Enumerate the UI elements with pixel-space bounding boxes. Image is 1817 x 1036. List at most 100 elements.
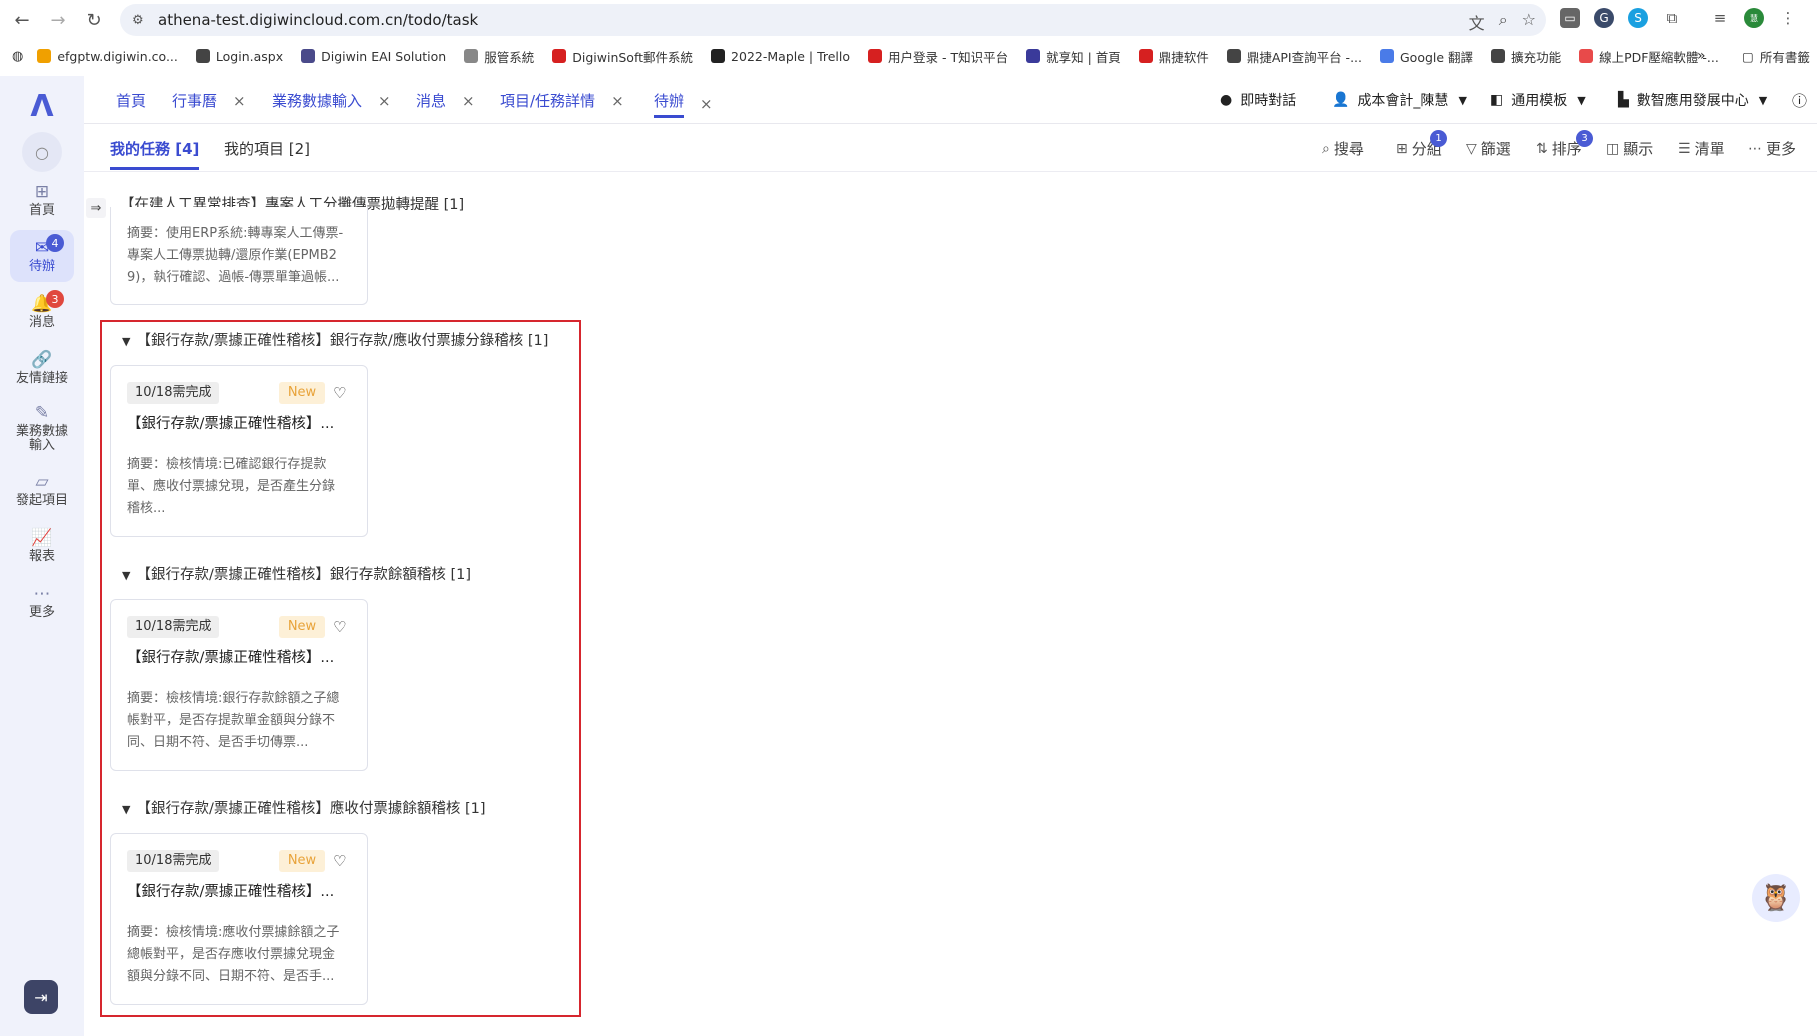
bookmark-favicon-icon <box>1026 49 1041 63</box>
all-bookmarks[interactable]: ▢ 所有書籤 <box>1742 47 1810 66</box>
site-info-icon[interactable]: ⚙ <box>132 13 148 28</box>
bookmark-favicon-icon <box>1380 49 1394 63</box>
bookmarks-overflow-icon[interactable]: » <box>1697 48 1706 64</box>
org-menu[interactable]: ▙ 數智應用發展中心 ▼ <box>1618 90 1767 110</box>
bookmark-item[interactable]: Google 翻譯 <box>1380 47 1473 66</box>
task-subbar: 我的任務 [4] 我的項目 [2] ⌕ 搜尋 ⊞ 分組 1 ▽ 篩選 ⇅ 排序 3 ◫ 顯… <box>84 124 1817 172</box>
athena-logo-icon[interactable]: Λ <box>22 86 62 126</box>
bookmark-item[interactable]: DigiwinSoft郵件系統 <box>552 47 693 66</box>
star-icon[interactable]: ☆ <box>1522 10 1536 34</box>
rail-item-1[interactable]: ✉ 待辦 4 <box>10 230 74 282</box>
app-tab-5[interactable]: 待辦 × <box>654 90 713 118</box>
bookmark-item[interactable]: 服管系統 <box>464 47 534 66</box>
rail-item-4[interactable]: ✎ 業務數據 輸入 <box>10 398 74 458</box>
profile-avatar[interactable]: 慧 <box>1744 8 1764 28</box>
app-tab-1[interactable]: 行事曆 × <box>172 90 246 111</box>
grid-icon: ⊞ <box>34 181 50 202</box>
bookmark-item[interactable]: Digiwin EAI Solution <box>301 49 446 64</box>
group-button[interactable]: ⊞ 分組 1 <box>1396 130 1447 159</box>
browser-toolbar: ← → ↻ ⚙ athena-test.digiwincloud.com.cn/… <box>0 0 1817 40</box>
help-icon[interactable]: ⓘ <box>1792 90 1807 111</box>
rail-item-6[interactable]: 📈 報表 <box>10 520 74 572</box>
sort-button[interactable]: ⇅ 排序 3 <box>1536 130 1593 159</box>
bookmark-item[interactable]: 就享知 | 首頁 <box>1026 47 1121 66</box>
rail-item-7[interactable]: ⋯ 更多 <box>10 576 74 628</box>
search-icon: ⌕ <box>1322 140 1330 157</box>
sort-count-badge: 3 <box>1576 130 1593 147</box>
filter-icon: ▽ <box>1466 140 1477 157</box>
close-icon[interactable]: × <box>462 92 475 110</box>
rail-badge: 3 <box>46 290 64 308</box>
app-tab-2[interactable]: 業務數據輸入 × <box>272 90 391 111</box>
close-icon[interactable]: × <box>233 92 246 110</box>
display-button[interactable]: ◫ 顯示 <box>1606 138 1653 159</box>
more-button[interactable]: ⋯ 更多 <box>1748 138 1796 159</box>
bookmarks-bar: ◍ efgptw.digiwin.co... Login.aspx Digiwin … <box>0 42 1817 70</box>
media-queue-icon[interactable]: ≡ <box>1710 8 1730 28</box>
filter-button[interactable]: ▽ 篩選 <box>1466 138 1511 159</box>
bookmark-favicon-icon <box>1226 49 1241 63</box>
bookmark-item[interactable]: efgptw.digiwin.co... <box>37 49 178 64</box>
zoom-icon[interactable]: ⌕ <box>1499 10 1508 34</box>
caret-down-icon: ▼ <box>1758 93 1768 107</box>
close-icon[interactable]: × <box>611 92 624 110</box>
extension-chat-icon[interactable]: ▭ <box>1560 8 1580 28</box>
tab-my-projects[interactable]: 我的項目 [2] <box>224 138 310 159</box>
search-icon[interactable]: ○ <box>22 132 62 172</box>
assistant-owl-icon[interactable]: 🦉 <box>1752 874 1800 922</box>
bookmark-item[interactable]: 2022-Maple | Trello <box>711 49 850 64</box>
browser-menu-icon[interactable]: ⋮ <box>1778 8 1798 28</box>
forward-icon[interactable]: → <box>46 8 70 32</box>
bookmark-item[interactable]: 擴充功能 <box>1491 47 1561 66</box>
url-text[interactable]: athena-test.digiwincloud.com.cn/todo/tas… <box>158 11 478 29</box>
extensions-puzzle-icon[interactable]: ⧉ <box>1662 8 1682 28</box>
template-menu[interactable]: ◧ 通用模板 ▼ <box>1490 90 1586 110</box>
close-icon[interactable]: × <box>700 95 713 113</box>
display-icon: ◫ <box>1606 140 1620 157</box>
list-icon: ☰ <box>1678 140 1691 157</box>
collapse-menu-icon[interactable]: ⇥ <box>24 980 58 1014</box>
bookmark-item[interactable]: Login.aspx <box>195 49 283 64</box>
rail-item-5[interactable]: ▱ 發起項目 <box>10 464 74 516</box>
close-icon[interactable]: × <box>378 92 391 110</box>
group-icon: ⊞ <box>1396 140 1408 157</box>
app-tab-bar: 首頁 行事曆 × 業務數據輸入 × 消息 × 項目/任務詳情 × 待辦 × ● 即時對話 👤 成本會… <box>84 76 1817 124</box>
link-icon: 🔗 <box>31 349 53 370</box>
bookmark-favicon-icon <box>552 49 567 63</box>
rail-item-2[interactable]: 🔔 消息 3 <box>10 286 74 338</box>
app-tab-4[interactable]: 項目/任務詳情 × <box>500 90 624 111</box>
address-bar[interactable]: ⚙ athena-test.digiwincloud.com.cn/todo/t… <box>120 4 1546 36</box>
caret-down-icon: ▼ <box>1577 93 1586 107</box>
chart-icon: 📈 <box>31 527 53 548</box>
bookmark-favicon-icon <box>37 49 52 63</box>
search-button[interactable]: ⌕ 搜尋 <box>1322 138 1364 159</box>
back-icon[interactable]: ← <box>10 8 34 32</box>
bookmark-favicon-icon <box>464 49 479 63</box>
task-card[interactable]: 摘要：使用ERP系統:轉專案人工傳票- 專案人工傳票拋轉/還原作業(EPMB2 … <box>110 207 368 305</box>
extension-skype-icon[interactable]: S <box>1628 8 1648 28</box>
bookmark-favicon-icon <box>195 49 210 63</box>
translate-icon[interactable]: 文 <box>1469 10 1485 34</box>
rail-item-0[interactable]: ⊞ 首頁 <box>10 174 74 226</box>
list-button[interactable]: ☰ 清單 <box>1678 138 1725 159</box>
expand-panel-icon[interactable]: ⇒ <box>86 198 106 218</box>
caret-down-icon: ▼ <box>1458 93 1467 107</box>
app-tab-3[interactable]: 消息 × <box>416 90 475 111</box>
bookmark-item[interactable]: 鼎捷API查詢平台 -... <box>1226 47 1362 66</box>
app-tab-0[interactable]: 首頁 <box>116 90 146 111</box>
task-summary: 摘要：使用ERP系統:轉專案人工傳票- 專案人工傳票拋轉/還原作業(EPMB2 … <box>127 226 344 285</box>
chat-button[interactable]: ● 即時對話 <box>1220 90 1296 110</box>
more-icon: ⋯ <box>33 583 51 604</box>
bookmark-globe-icon[interactable]: ◍ <box>12 49 23 64</box>
rail-badge: 4 <box>46 234 64 252</box>
user-menu[interactable]: 👤 成本會計_陳慧 ▼ <box>1332 90 1467 110</box>
rail-item-3[interactable]: 🔗 友情鏈接 <box>10 342 74 394</box>
tab-my-tasks[interactable]: 我的任務 [4] <box>110 138 200 170</box>
bookmark-item[interactable]: 用户登录 - T知识平台 <box>868 47 1008 66</box>
bookmark-favicon-icon <box>1138 49 1153 63</box>
extension-g-icon[interactable]: G <box>1594 8 1614 28</box>
user-icon: 👤 <box>1332 92 1350 108</box>
sort-icon: ⇅ <box>1536 140 1548 157</box>
bookmark-item[interactable]: 鼎捷软件 <box>1138 47 1209 66</box>
reload-icon[interactable]: ↻ <box>82 8 106 32</box>
